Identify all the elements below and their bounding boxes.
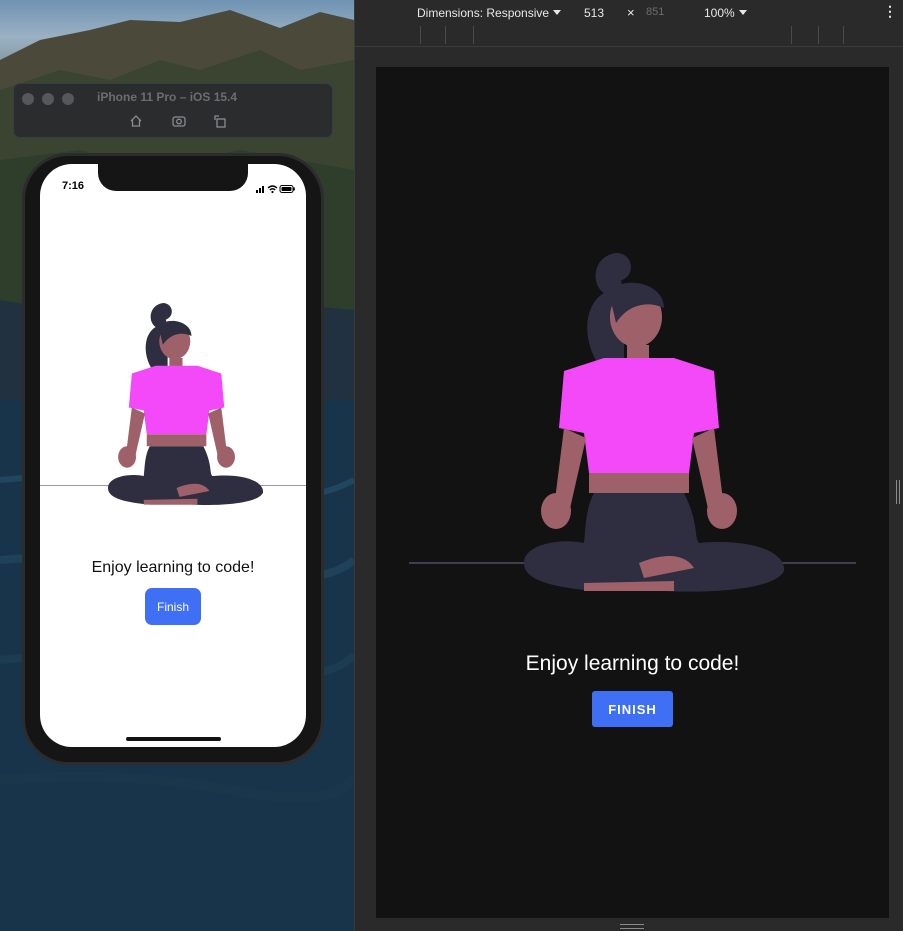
home-indicator[interactable] bbox=[126, 737, 221, 741]
more-options-icon[interactable]: ⋮ bbox=[883, 3, 897, 20]
iphone-screen: 7:16 Enjoy learning to code! Finish bbox=[40, 164, 306, 747]
wifi-icon bbox=[267, 185, 278, 194]
notch bbox=[98, 164, 248, 191]
width-input[interactable]: 513 bbox=[584, 6, 604, 20]
zoom-dropdown[interactable]: 100% bbox=[704, 6, 747, 20]
ruler-tick bbox=[445, 26, 446, 44]
device-toolbar: Dimensions: Responsive 513 × 851 100% ⋮ bbox=[355, 0, 903, 26]
viewport-finish-button[interactable]: FINISH bbox=[592, 691, 673, 727]
media-query-ruler[interactable] bbox=[355, 26, 903, 47]
status-time: 7:16 bbox=[62, 180, 85, 192]
dimensions-dropdown[interactable]: Dimensions: Responsive bbox=[417, 6, 562, 20]
simulator-title: iPhone 11 Pro – iOS 15.4 bbox=[97, 90, 238, 104]
resize-handle-bottom[interactable] bbox=[620, 924, 644, 929]
caret-down-icon bbox=[553, 10, 562, 15]
screenshot-icon[interactable] bbox=[171, 113, 187, 129]
resize-handle-right[interactable] bbox=[896, 480, 900, 504]
dimensions-label: Dimensions: Responsive bbox=[417, 6, 550, 20]
caret-down-icon bbox=[738, 10, 747, 15]
ruler-tick bbox=[818, 26, 819, 44]
zoom-label: 100% bbox=[704, 6, 735, 20]
meditation-illustration bbox=[108, 303, 263, 506]
simulator-titlebar[interactable]: iPhone 11 Pro – iOS 15.4 bbox=[13, 83, 333, 138]
home-icon[interactable] bbox=[128, 113, 144, 129]
height-input[interactable]: 851 bbox=[646, 6, 664, 18]
meditating-woman-figure bbox=[524, 253, 784, 592]
status-icons bbox=[256, 181, 296, 199]
phone-finish-button[interactable]: Finish bbox=[145, 588, 201, 625]
battery-icon bbox=[279, 185, 295, 193]
times-icon[interactable]: × bbox=[627, 5, 635, 20]
minimize-window-button[interactable] bbox=[42, 93, 54, 105]
ruler-tick bbox=[473, 26, 474, 44]
ruler-tick bbox=[420, 26, 421, 44]
rotate-icon[interactable] bbox=[212, 113, 228, 129]
meditating-woman-figure bbox=[108, 303, 263, 506]
meditation-illustration bbox=[524, 253, 784, 592]
cellular-icon bbox=[256, 186, 264, 193]
viewport-heading: Enjoy learning to code! bbox=[525, 652, 740, 675]
responsive-viewport: Enjoy learning to code! FINISH bbox=[376, 67, 889, 918]
devtools-panel: Dimensions: Responsive 513 × 851 100% ⋮ bbox=[354, 0, 903, 931]
zoom-window-button[interactable] bbox=[62, 93, 74, 105]
ruler-tick bbox=[843, 26, 844, 44]
phone-heading: Enjoy learning to code! bbox=[91, 559, 255, 576]
close-window-button[interactable] bbox=[22, 93, 34, 105]
ruler-tick bbox=[791, 26, 792, 44]
